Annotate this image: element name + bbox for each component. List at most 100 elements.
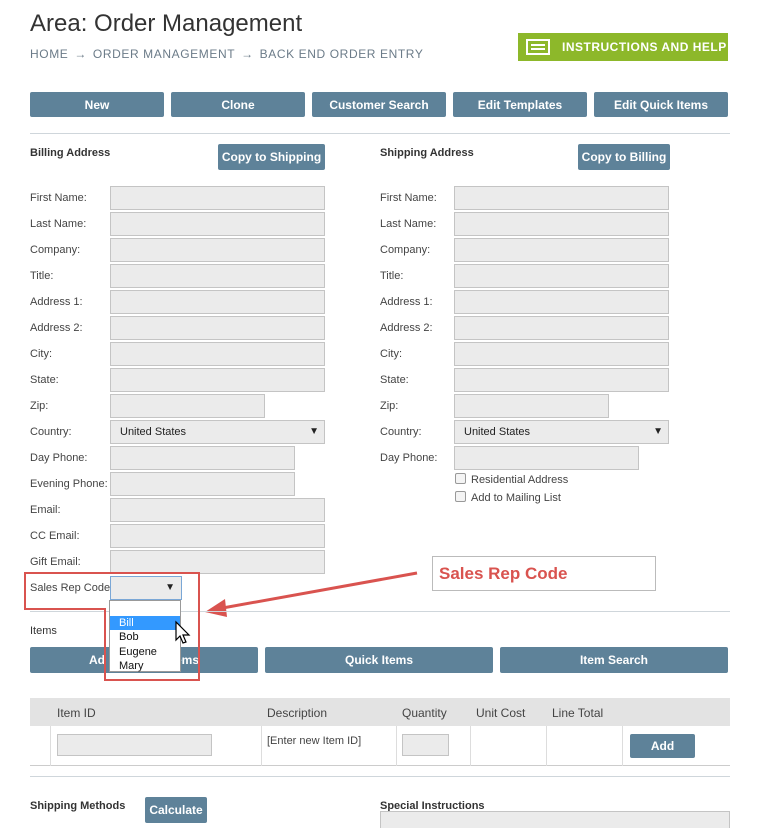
col-quantity: Quantity	[402, 706, 447, 720]
billing-evening-phone-input[interactable]	[110, 472, 295, 496]
mailing-list-checkbox[interactable]	[455, 491, 466, 502]
breadcrumb-current: BACK END ORDER ENTRY	[259, 47, 424, 61]
shipping-address2-label: Address 2:	[380, 322, 433, 334]
billing-title-label: Title:	[30, 270, 54, 282]
shipping-state-input[interactable]	[454, 368, 669, 392]
billing-address1-label: Address 1:	[30, 296, 83, 308]
row-divider	[50, 726, 51, 766]
chevron-down-icon: ▼	[309, 426, 319, 437]
help-label: INSTRUCTIONS AND HELP	[562, 40, 727, 54]
billing-gift-email-label: Gift Email:	[30, 556, 81, 568]
calculate-button[interactable]: Calculate	[145, 797, 207, 823]
shipping-last-name-input[interactable]	[454, 212, 669, 236]
page-title: Area: Order Management	[30, 10, 303, 37]
divider	[30, 776, 730, 777]
divider	[30, 133, 730, 134]
row-divider	[546, 726, 547, 766]
billing-country-value: United States	[120, 426, 187, 438]
shipping-methods-heading: Shipping Methods	[30, 800, 126, 812]
clone-button[interactable]: Clone	[171, 92, 305, 117]
mailing-list-label: Add to Mailing List	[471, 492, 561, 504]
breadcrumb: HOME → ORDER MANAGEMENT → BACK END ORDER…	[30, 47, 425, 61]
billing-zip-label: Zip:	[30, 400, 49, 412]
shipping-country-select[interactable]: United States ▼	[454, 420, 669, 444]
billing-last-name-label: Last Name:	[30, 218, 87, 230]
breadcrumb-sep: →	[241, 47, 254, 61]
billing-city-input[interactable]	[110, 342, 325, 366]
annotation-arrow	[205, 571, 418, 617]
table-row: [Enter new Item ID] Add	[30, 726, 730, 766]
shipping-day-phone-input[interactable]	[454, 446, 639, 470]
col-item-id: Item ID	[57, 706, 96, 720]
shipping-first-name-input[interactable]	[454, 186, 669, 210]
breadcrumb-home[interactable]: HOME	[30, 47, 68, 61]
billing-cc-email-label: CC Email:	[30, 530, 80, 542]
annotation-box-edge	[24, 608, 106, 610]
items-heading: Items	[30, 625, 57, 637]
billing-address2-label: Address 2:	[30, 322, 83, 334]
billing-email-input[interactable]	[110, 498, 325, 522]
quick-items-button[interactable]: Quick Items	[265, 647, 493, 673]
billing-address2-input[interactable]	[110, 316, 325, 340]
dropdown-option-bob[interactable]: Bob	[110, 630, 180, 645]
sales-rep-dropdown-list[interactable]: Bill Bob Eugene Mary	[109, 600, 181, 672]
residential-label: Residential Address	[471, 474, 569, 486]
items-table-header: Item ID Description Quantity Unit Cost L…	[30, 698, 730, 726]
shipping-company-label: Company:	[380, 244, 431, 256]
row-divider	[622, 726, 623, 766]
billing-cc-email-input[interactable]	[110, 524, 325, 548]
col-description: Description	[267, 706, 328, 720]
mouse-cursor-icon	[175, 620, 191, 644]
billing-title-input[interactable]	[110, 264, 325, 288]
shipping-city-input[interactable]	[454, 342, 669, 366]
billing-first-name-label: First Name:	[30, 192, 87, 204]
billing-city-label: City:	[30, 348, 52, 360]
shipping-day-phone-label: Day Phone:	[380, 452, 438, 464]
description-placeholder: [Enter new Item ID]	[267, 735, 362, 747]
billing-state-input[interactable]	[110, 368, 325, 392]
billing-state-label: State:	[30, 374, 59, 386]
billing-company-label: Company:	[30, 244, 81, 256]
dropdown-option-eugene[interactable]: Eugene	[110, 645, 180, 660]
shipping-address1-input[interactable]	[454, 290, 669, 314]
billing-zip-input[interactable]	[110, 394, 265, 418]
shipping-title-label: Title:	[380, 270, 404, 282]
edit-quick-items-button[interactable]: Edit Quick Items	[594, 92, 728, 117]
shipping-zip-label: Zip:	[380, 400, 399, 412]
special-instructions-textarea[interactable]	[380, 811, 730, 828]
breadcrumb-order-management[interactable]: ORDER MANAGEMENT	[93, 47, 235, 61]
add-item-button[interactable]: Add	[630, 734, 695, 758]
instructions-help-button[interactable]: INSTRUCTIONS AND HELP	[518, 33, 728, 61]
annotation-callout: Sales Rep Code	[432, 556, 656, 591]
row-divider	[396, 726, 397, 766]
item-id-input[interactable]	[57, 734, 212, 756]
dropdown-option-mary[interactable]: Mary	[110, 659, 180, 674]
shipping-company-input[interactable]	[454, 238, 669, 262]
dropdown-option-empty[interactable]	[110, 601, 180, 616]
copy-to-shipping-button[interactable]: Copy to Shipping	[218, 144, 325, 170]
edit-templates-button[interactable]: Edit Templates	[453, 92, 587, 117]
billing-day-phone-input[interactable]	[110, 446, 295, 470]
chevron-down-icon: ▼	[653, 426, 663, 437]
quantity-input[interactable]	[402, 734, 449, 756]
shipping-title-input[interactable]	[454, 264, 669, 288]
shipping-address2-input[interactable]	[454, 316, 669, 340]
shipping-city-label: City:	[380, 348, 402, 360]
billing-address1-input[interactable]	[110, 290, 325, 314]
billing-country-select[interactable]: United States ▼	[110, 420, 325, 444]
customer-search-button[interactable]: Customer Search	[312, 92, 446, 117]
billing-day-phone-label: Day Phone:	[30, 452, 88, 464]
breadcrumb-sep: →	[74, 47, 87, 61]
new-button[interactable]: New	[30, 92, 164, 117]
copy-to-billing-button[interactable]: Copy to Billing	[578, 144, 670, 170]
billing-company-input[interactable]	[110, 238, 325, 262]
shipping-heading: Shipping Address	[380, 147, 474, 159]
residential-checkbox[interactable]	[455, 473, 466, 484]
billing-last-name-input[interactable]	[110, 212, 325, 236]
item-search-button[interactable]: Item Search	[500, 647, 728, 673]
billing-first-name-input[interactable]	[110, 186, 325, 210]
row-divider	[470, 726, 471, 766]
dropdown-option-bill[interactable]: Bill	[110, 615, 180, 630]
shipping-zip-input[interactable]	[454, 394, 609, 418]
shipping-address1-label: Address 1:	[380, 296, 433, 308]
